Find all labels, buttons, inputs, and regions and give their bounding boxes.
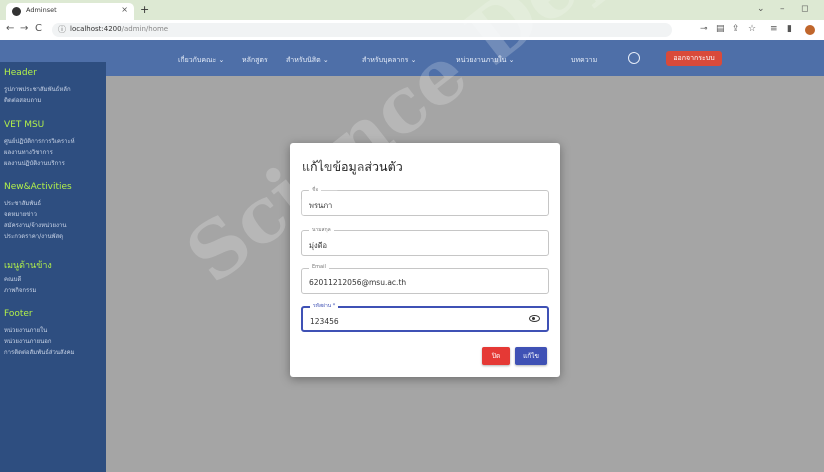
sidebar-link[interactable]: ผลงานปฏิบัติงานบริการ [4,158,65,168]
browser-tab[interactable]: Adminset × [6,3,134,20]
sidebar-heading-vet-msu: VET MSU [4,120,45,130]
sidebar-link[interactable]: ผลงานทางวิชาการ [4,147,53,157]
email-value: 62011212056@msu.ac.th [309,278,407,287]
sidebar-link[interactable]: สมัครงาน/จ้างหน่วยงาน [4,220,66,230]
new-tab-button[interactable]: + [140,3,149,16]
address-bar-row: ← → C ⓘ localhost:4200/admin/home ⊸ ▤ ⇪ … [0,20,824,41]
url-text: localhost:4200/admin/home [70,25,168,33]
sidebar-heading-header: Header [4,68,37,78]
reload-icon[interactable]: C [35,23,42,34]
maximize-icon[interactable]: ◻ [801,4,808,14]
first-name-field[interactable]: ชื่อ พรนภา [301,186,549,216]
bookmark-star-icon[interactable]: ☆ [748,24,756,34]
sidebar-link[interactable]: ศูนย์ปฏิบัติการการวิเคราะห์ [4,136,75,146]
nav-curriculum[interactable]: หลักสูตร [242,55,268,66]
show-password-icon[interactable] [529,315,540,322]
dialog-title: แก้ไขข้อมูลส่วนตัว [302,159,403,174]
sidebar-link[interactable]: คณบดี [4,274,21,284]
sidebar-link[interactable]: ประกวดราคา/งานพัสดุ [4,231,63,241]
nav-about[interactable]: เกี่ยวกับคณะ ⌄ [178,55,224,66]
site-info-icon[interactable]: ⓘ [58,24,66,35]
sidebar-link[interactable]: ภาพกิจกรรม [4,285,36,295]
sidebar-link[interactable]: รูปภาพประชาสัมพันธ์หลัก [4,84,71,94]
user-account-icon[interactable] [628,52,640,64]
password-value: 123456 [310,317,339,326]
side-panel-icon[interactable]: ▮ [787,24,792,34]
translate-icon[interactable]: ▤ [716,24,725,34]
logout-button[interactable]: ออกจากระบบ [666,51,722,66]
sidebar-link[interactable]: หน่วยงานภายนอก [4,336,52,346]
nav-staff[interactable]: สำหรับบุคลากร ⌄ [362,55,416,66]
share-icon[interactable]: ⇪ [732,24,740,34]
sidebar-heading-footer: Footer [4,309,33,319]
email-field[interactable]: Email 62011212056@msu.ac.th [301,264,549,294]
back-icon[interactable]: ← [6,23,14,34]
sidebar-heading-news: New&Activities [4,182,72,192]
email-label: Email [309,264,329,270]
admin-sidebar: Header รูปภาพประชาสัมพันธ์หลัก ติดต่อสอบ… [0,62,106,472]
sidebar-heading-side-menu: เมนูด้านข้าง [4,261,52,271]
last-name-value: มุ่งดีอ [309,241,327,250]
save-button[interactable]: แก้ไข [515,347,547,365]
close-button[interactable]: ปิด [482,347,510,365]
url-field[interactable]: ⓘ localhost:4200/admin/home [52,23,672,37]
sidebar-link[interactable]: การติดต่อสัมพันธ์ส่วนสังคม [4,347,75,357]
minimize-icon[interactable]: – [780,4,785,14]
key-icon[interactable]: ⊸ [700,24,708,34]
last-name-label: นามสกุล [309,226,334,234]
top-navbar: เกี่ยวกับคณะ ⌄ หลักสูตร สำหรับนิสิต ⌄ สำ… [0,40,824,76]
password-label: รหัสผ่าน * [310,302,339,310]
first-name-label: ชื่อ [309,186,322,194]
nav-articles[interactable]: บทความ [571,55,597,66]
password-field[interactable]: รหัสผ่าน * 123456 [301,302,549,332]
nav-internal-units[interactable]: หน่วยงานภายใน ⌄ [456,55,515,66]
url-host: localhost:4200 [70,25,122,33]
profile-avatar[interactable] [805,25,815,35]
edit-profile-dialog: แก้ไขข้อมูลส่วนตัว ชื่อ พรนภา นามสกุล มุ… [290,143,560,377]
browser-tab-bar: Adminset × + ⌄ – ◻ [0,0,824,20]
tab-title: Adminset [26,6,57,14]
url-path: /admin/home [121,25,169,33]
first-name-value: พรนภา [309,201,333,210]
tab-close-icon[interactable]: × [121,5,128,14]
favicon-icon [12,7,21,16]
nav-students[interactable]: สำหรับนิสิต ⌄ [286,55,329,66]
collapse-icon[interactable]: ⌄ [757,4,765,14]
sidebar-link[interactable]: ติดต่อสอบถาม [4,95,41,105]
reading-list-icon[interactable]: ≡ [770,24,778,34]
sidebar-link[interactable]: จดหมายข่าว [4,209,37,219]
last-name-field[interactable]: นามสกุล มุ่งดีอ [301,226,549,256]
sidebar-link[interactable]: ประชาสัมพันธ์ [4,198,41,208]
sidebar-link[interactable]: หน่วยงานภายใน [4,325,47,335]
forward-icon[interactable]: → [20,23,28,34]
